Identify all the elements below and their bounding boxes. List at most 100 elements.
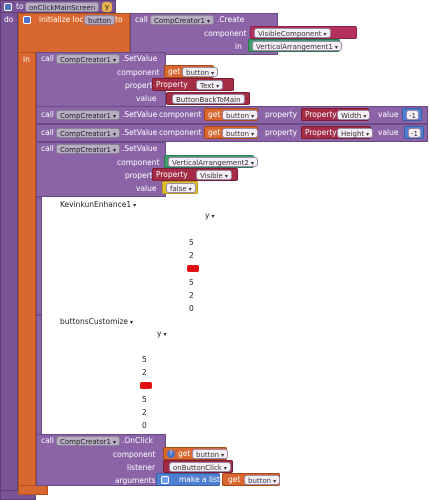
boolean-false-block[interactable]: false ▾	[162, 181, 198, 194]
property-arg-label: property	[265, 110, 298, 119]
component-dropdown[interactable]: CompCreator1 ▾	[56, 128, 121, 138]
component-arg-label: component	[117, 68, 160, 77]
component-dropdown[interactable]: CompCreator1 ▾	[56, 110, 121, 120]
in-label: in	[23, 55, 30, 64]
get-button-block[interactable]: get button ▾	[222, 473, 281, 486]
property-dropdown[interactable]: Visible ▾	[196, 170, 232, 180]
event-block[interactable]	[0, 0, 18, 500]
initialize-local-header[interactable]: initialize local button to	[18, 13, 130, 53]
number-block[interactable]: -1	[402, 108, 422, 121]
property-height-block[interactable]: Property Height ▾	[301, 126, 374, 139]
component-arg-label: component	[117, 158, 160, 167]
get-label: get	[168, 67, 181, 76]
get-label: get	[208, 110, 221, 119]
extension-block-2[interactable]	[36, 315, 42, 435]
error-marker	[140, 382, 152, 389]
make-list-block[interactable]: make a list	[156, 473, 220, 486]
component-dropdown[interactable]: CompCreator1 ▾	[150, 15, 215, 25]
to-label: to	[115, 15, 123, 24]
arrangement-dropdown[interactable]: VerticalArrangement2 ▾	[168, 157, 258, 167]
call-label: call	[41, 54, 54, 63]
boolean-dropdown[interactable]: false ▾	[166, 183, 196, 193]
arguments-arg-label: arguments	[115, 476, 156, 485]
component-arg-label: component	[159, 128, 202, 137]
property-keyword: Property	[305, 110, 337, 119]
property-keyword: Property	[156, 80, 188, 89]
value-arg-label: value	[136, 94, 157, 103]
procedure-name-field[interactable]: onClickMainScreen	[25, 2, 100, 12]
listener-arg-label: listener	[127, 463, 156, 472]
call-label: call	[41, 110, 54, 119]
number-label: 5	[142, 395, 147, 404]
call-label: call	[41, 436, 54, 445]
call-label: call	[41, 128, 54, 137]
number-label: 5	[142, 355, 147, 364]
get-button-block[interactable]: get button ▾	[204, 108, 259, 121]
vertical-arrangement2-block[interactable]: VerticalArrangement2 ▾	[164, 155, 258, 168]
property-width-block[interactable]: Property Width ▾	[301, 108, 371, 121]
to-label: to	[16, 2, 24, 11]
gear-icon[interactable]	[4, 3, 12, 11]
property-dropdown[interactable]: Width ▾	[337, 110, 371, 120]
gear-icon[interactable]	[23, 16, 31, 24]
extension-name-dropdown[interactable]: KevinkunEnhance1 ▾	[60, 200, 136, 209]
method-label: .SetValue	[122, 54, 158, 63]
property-text-block[interactable]: Property Text ▾	[152, 78, 234, 91]
method-label: .SetValue	[122, 144, 158, 153]
get-button-block[interactable]: get button ▾	[164, 65, 219, 78]
number-block[interactable]: -1	[404, 126, 424, 139]
var-dropdown[interactable]: button ▾	[192, 449, 229, 459]
setvalue-visible-block[interactable]: call CompCreator1 ▾ .SetValue component p…	[36, 142, 166, 197]
arrangement-dropdown[interactable]: VerticalArrangement1 ▾	[252, 41, 342, 51]
component-dropdown[interactable]: CompCreator1 ▾	[56, 144, 121, 154]
help-icon[interactable]: ?	[167, 450, 175, 458]
value-arg-label: value	[136, 184, 157, 193]
text-value-block[interactable]: ButtonBackToMain	[166, 92, 250, 105]
initialize-local-block[interactable]	[18, 13, 36, 495]
method-label: .SetValue	[122, 110, 158, 119]
number-label: 2	[189, 291, 194, 300]
component-dropdown[interactable]: CompCreator1 ▾	[56, 436, 121, 446]
property-keyword: Property	[305, 128, 337, 137]
listener-block[interactable]: onButtonClick ▾	[163, 460, 233, 473]
listener-dropdown[interactable]: onButtonClick ▾	[169, 462, 231, 472]
make-list-label: make a list	[179, 475, 220, 484]
property-keyword: Property	[156, 170, 188, 179]
param-y[interactable]: y	[102, 2, 113, 12]
do-label: do	[4, 15, 14, 24]
property-arg-label: property	[265, 128, 298, 137]
var-dropdown[interactable]: button ▾	[182, 67, 219, 77]
get-label: get	[178, 449, 191, 458]
property-visible-block[interactable]: Property Visible ▾	[152, 168, 238, 181]
extension-block-1[interactable]	[36, 197, 42, 315]
local-var-name[interactable]: button	[84, 15, 116, 25]
y-dropdown[interactable]: y ▾	[205, 211, 214, 220]
method-label: .OnClick	[122, 436, 153, 445]
property-dropdown[interactable]: Text ▾	[196, 80, 224, 90]
onclick-call-block[interactable]: call CompCreator1 ▾ .OnClick component li…	[36, 434, 166, 486]
number-value[interactable]: -1	[406, 110, 419, 120]
get-button-block[interactable]: ? get button ▾	[163, 447, 229, 460]
get-label: get	[228, 475, 241, 484]
property-dropdown[interactable]: Height ▾	[337, 128, 374, 138]
component-arg-label: component	[159, 110, 202, 119]
event-header[interactable]: to onClickMainScreen y	[0, 0, 116, 13]
number-label: 5	[189, 238, 194, 247]
var-dropdown[interactable]: button ▾	[222, 128, 259, 138]
get-button-block[interactable]: get button ▾	[204, 126, 259, 139]
visible-component-block[interactable]: VisibleComponent ▾	[250, 26, 357, 39]
vertical-arrangement1-block[interactable]: VerticalArrangement1 ▾	[248, 39, 342, 52]
number-value[interactable]: -1	[408, 128, 421, 138]
var-dropdown[interactable]: button ▾	[222, 110, 259, 120]
number-label: 5	[189, 278, 194, 287]
setvalue-text-block[interactable]: call CompCreator1 ▾ .SetValue component p…	[36, 52, 166, 107]
y-dropdown[interactable]: y ▾	[157, 329, 166, 338]
text-value[interactable]: ButtonBackToMain	[172, 94, 245, 104]
gear-icon[interactable]	[161, 476, 169, 484]
component-dropdown[interactable]: CompCreator1 ▾	[56, 54, 121, 64]
in-arg-label: in	[235, 42, 242, 51]
component-type-dropdown[interactable]: VisibleComponent ▾	[254, 28, 331, 38]
initialize-local-label: initialize local	[39, 15, 91, 24]
var-dropdown[interactable]: button ▾	[244, 475, 281, 485]
extension-name-dropdown[interactable]: buttonsCustomize ▾	[60, 317, 133, 326]
